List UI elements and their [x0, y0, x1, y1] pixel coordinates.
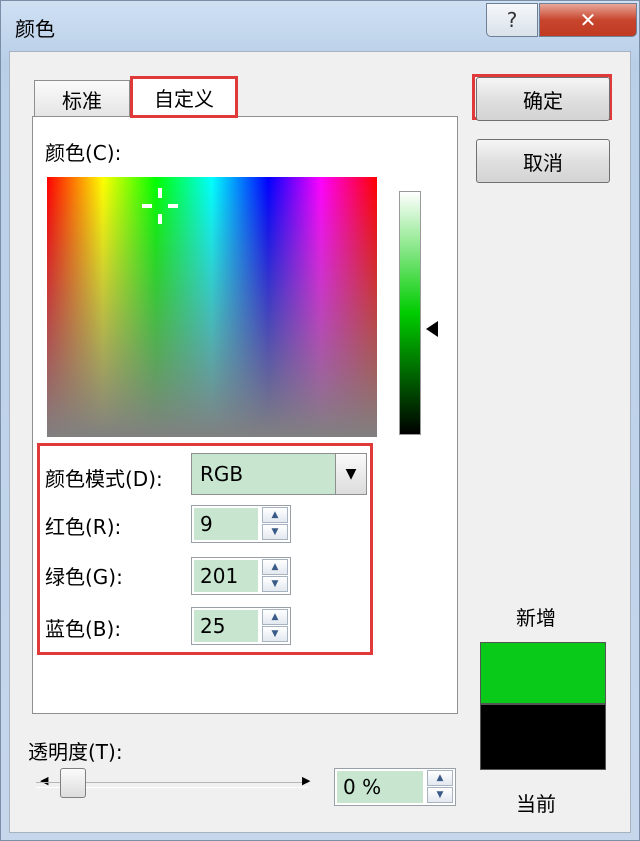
luminance-slider[interactable]	[399, 191, 421, 435]
green-up-arrow-icon[interactable]: ▲	[262, 559, 288, 575]
blue-spinner[interactable]: 25 ▲ ▼	[191, 607, 291, 645]
custom-panel: 颜色(C): 颜色模式(D): RGB ▼ 红色(R): 9 ▲ ▼ 绿色(G)…	[32, 116, 458, 714]
transparency-spinner[interactable]: 0 % ▲ ▼	[334, 768, 456, 806]
red-spinner[interactable]: 9 ▲ ▼	[191, 505, 291, 543]
crosshair-icon	[142, 188, 178, 224]
ok-button[interactable]: 确定	[476, 77, 610, 121]
help-icon: ?	[506, 8, 518, 32]
close-button[interactable]: ✕	[539, 3, 637, 37]
color-spectrum[interactable]	[47, 177, 377, 437]
red-input[interactable]: 9	[194, 508, 258, 540]
transparency-input[interactable]: 0 %	[337, 771, 423, 803]
red-up-arrow-icon[interactable]: ▲	[262, 507, 288, 523]
color-mode-value: RGB	[200, 462, 244, 486]
color-mode-select[interactable]: RGB ▼	[191, 453, 367, 495]
red-label: 红色(R):	[45, 515, 122, 539]
tab-standard[interactable]: 标准	[34, 80, 130, 118]
transparency-down-arrow-icon[interactable]: ▼	[427, 787, 453, 803]
color-dialog: 颜色 ? ✕ 标准 自定义 颜色(C): 颜色模式(D): RGB ▼ 红色(R…	[0, 0, 640, 841]
current-color-swatch	[480, 704, 606, 770]
dialog-body: 标准 自定义 颜色(C): 颜色模式(D): RGB ▼ 红色(R): 9 ▲ …	[9, 51, 631, 833]
blue-input[interactable]: 25	[194, 610, 258, 642]
help-button[interactable]: ?	[486, 3, 538, 37]
green-down-arrow-icon[interactable]: ▼	[262, 576, 288, 592]
new-color-label: 新增	[516, 606, 556, 630]
transparency-slider-thumb[interactable]	[60, 768, 86, 798]
dialog-title: 颜色	[15, 17, 55, 41]
transparency-up-arrow-icon[interactable]: ▲	[427, 770, 453, 786]
color-mode-label: 颜色模式(D):	[45, 467, 163, 491]
blue-up-arrow-icon[interactable]: ▲	[262, 609, 288, 625]
cancel-button[interactable]: 取消	[476, 139, 610, 183]
tab-standard-label: 标准	[62, 89, 102, 113]
red-down-arrow-icon[interactable]: ▼	[262, 524, 288, 540]
colors-label: 颜色(C):	[45, 141, 122, 165]
dropdown-arrow-icon[interactable]: ▼	[335, 454, 366, 494]
current-color-label: 当前	[516, 792, 556, 816]
green-input[interactable]: 201	[194, 560, 258, 592]
title-bar: 颜色 ? ✕	[1, 1, 639, 51]
transparency-label: 透明度(T):	[28, 740, 123, 764]
tab-custom-label: 自定义	[154, 86, 214, 111]
blue-label: 蓝色(B):	[45, 617, 122, 641]
new-color-swatch	[480, 642, 606, 704]
green-spinner[interactable]: 201 ▲ ▼	[191, 557, 291, 595]
tab-custom[interactable]: 自定义	[130, 76, 238, 118]
luminance-pointer-icon[interactable]	[426, 321, 438, 337]
close-icon: ✕	[579, 8, 597, 32]
slider-right-arrow-icon[interactable]: ▶	[302, 774, 310, 787]
blue-down-arrow-icon[interactable]: ▼	[262, 626, 288, 642]
green-label: 绿色(G):	[45, 565, 123, 589]
